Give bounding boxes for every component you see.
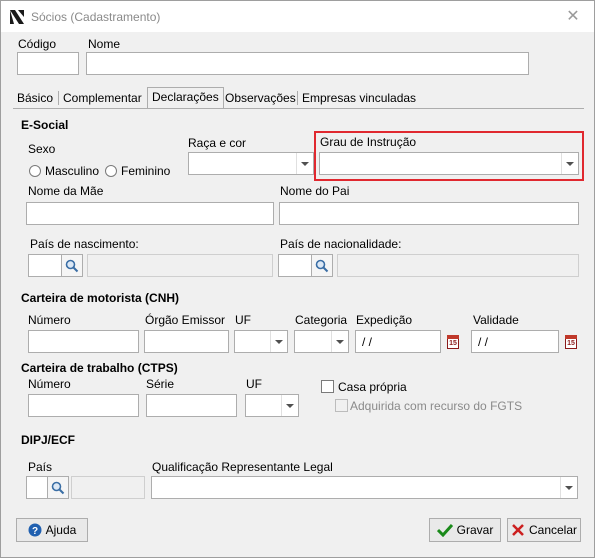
search-icon — [51, 481, 65, 494]
qualificacao-label: Qualificação Representante Legal — [152, 460, 333, 474]
casa-propria-checkbox[interactable] — [321, 380, 334, 393]
svg-text:?: ? — [32, 526, 38, 537]
gravar-label: Gravar — [456, 523, 494, 537]
qualificacao-select[interactable] — [151, 476, 578, 499]
dipj-pais-code-input[interactable] — [26, 476, 48, 499]
casa-propria-label: Casa própria — [338, 380, 407, 394]
codigo-input[interactable] — [17, 52, 79, 75]
chevron-down-icon — [331, 331, 348, 352]
ctps-uf-select[interactable] — [245, 394, 299, 417]
cnh-uf-select[interactable] — [234, 330, 288, 353]
pais-nacionalidade-label: País de nacionalidade: — [280, 237, 402, 251]
pais-nacionalidade-search-button[interactable] — [311, 254, 333, 277]
pais-nascimento-code-input[interactable] — [28, 254, 62, 277]
dipj-pais-label: País — [28, 460, 53, 474]
pais-nascimento-label: País de nascimento: — [30, 237, 139, 251]
ctps-section-title: Carteira de trabalho (CTPS) — [21, 361, 178, 375]
cancelar-button[interactable]: Cancelar — [507, 518, 581, 542]
categoria-label: Categoria — [295, 313, 348, 327]
search-icon — [315, 259, 329, 272]
pais-nascimento-name-input — [87, 254, 273, 277]
serie-input[interactable] — [146, 394, 237, 417]
calendar-icon[interactable]: 15 — [447, 335, 459, 349]
chevron-down-icon — [296, 153, 313, 174]
cnh-numero-input[interactable] — [28, 330, 139, 353]
close-button[interactable]: ✕ — [561, 7, 585, 27]
fgts-label: Adquirida com recurso do FGTS — [350, 399, 523, 413]
cnh-section-title: Carteira de motorista (CNH) — [21, 291, 180, 305]
categoria-select[interactable] — [294, 330, 349, 353]
cancelar-label: Cancelar — [528, 523, 578, 537]
orgao-emissor-input[interactable] — [144, 330, 229, 353]
tab-declaracoes[interactable]: Declarações — [147, 87, 224, 109]
window-title: Sócios (Cadastramento) — [31, 10, 161, 24]
pais-nacionalidade-name-input — [337, 254, 579, 277]
expedicao-date-input[interactable]: / / — [355, 330, 441, 353]
validade-label: Validade — [473, 313, 519, 327]
gravar-button[interactable]: Gravar — [429, 518, 501, 542]
ctps-uf-label: UF — [246, 377, 262, 391]
dipj-pais-name-input — [71, 476, 145, 499]
nome-mae-label: Nome da Mãe — [28, 184, 104, 198]
codigo-label: Código — [18, 37, 57, 51]
chevron-down-icon — [270, 331, 287, 352]
chevron-down-icon — [281, 395, 298, 416]
expedicao-label: Expedição — [356, 313, 413, 327]
ajuda-label: Ajuda — [45, 523, 77, 537]
ajuda-button[interactable]: ? Ajuda — [16, 518, 88, 542]
dialog-window: Sócios (Cadastramento) ✕ Código Nome Bás… — [0, 0, 595, 558]
sexo-label: Sexo — [28, 142, 56, 156]
tab-basico[interactable]: Básico — [13, 89, 57, 108]
raca-cor-select[interactable] — [188, 152, 314, 175]
app-logo-icon — [10, 10, 24, 24]
tab-observacoes[interactable]: Observações — [221, 89, 300, 108]
masculino-label: Masculino — [45, 164, 100, 178]
cnh-uf-label: UF — [235, 313, 251, 327]
tab-divider — [13, 108, 584, 109]
dipj-section-title: DIPJ/ECF — [21, 433, 76, 447]
title-bar: Sócios (Cadastramento) ✕ — [1, 1, 594, 32]
nome-label: Nome — [88, 37, 121, 51]
tab-complementar[interactable]: Complementar — [59, 89, 146, 108]
calendar-icon[interactable]: 15 — [565, 335, 577, 349]
pais-nacionalidade-code-input[interactable] — [278, 254, 312, 277]
ctps-numero-input[interactable] — [28, 394, 139, 417]
close-x-icon — [512, 524, 524, 536]
highlight-box — [314, 131, 584, 181]
cnh-numero-label: Número — [28, 313, 71, 327]
raca-cor-label: Raça e cor — [188, 136, 247, 150]
nome-input[interactable] — [86, 52, 529, 75]
fgts-checkbox — [335, 399, 348, 412]
orgao-emissor-label: Órgão Emissor — [145, 313, 226, 327]
nome-mae-input[interactable] — [26, 202, 274, 225]
nome-pai-label: Nome do Pai — [280, 184, 350, 198]
ctps-numero-label: Número — [28, 377, 71, 391]
chevron-down-icon — [560, 477, 577, 498]
validade-date-input[interactable]: / / — [471, 330, 559, 353]
tab-empresas-vinculadas[interactable]: Empresas vinculadas — [298, 89, 420, 108]
search-icon — [65, 259, 79, 272]
nome-pai-input[interactable] — [279, 202, 579, 225]
help-icon: ? — [28, 523, 42, 537]
feminino-label: Feminino — [121, 164, 171, 178]
esocial-section-title: E-Social — [21, 118, 69, 132]
feminino-radio[interactable] — [105, 165, 117, 177]
masculino-radio[interactable] — [29, 165, 41, 177]
dipj-pais-search-button[interactable] — [47, 476, 69, 499]
checkmark-icon — [436, 523, 453, 537]
serie-label: Série — [146, 377, 175, 391]
pais-nascimento-search-button[interactable] — [61, 254, 83, 277]
